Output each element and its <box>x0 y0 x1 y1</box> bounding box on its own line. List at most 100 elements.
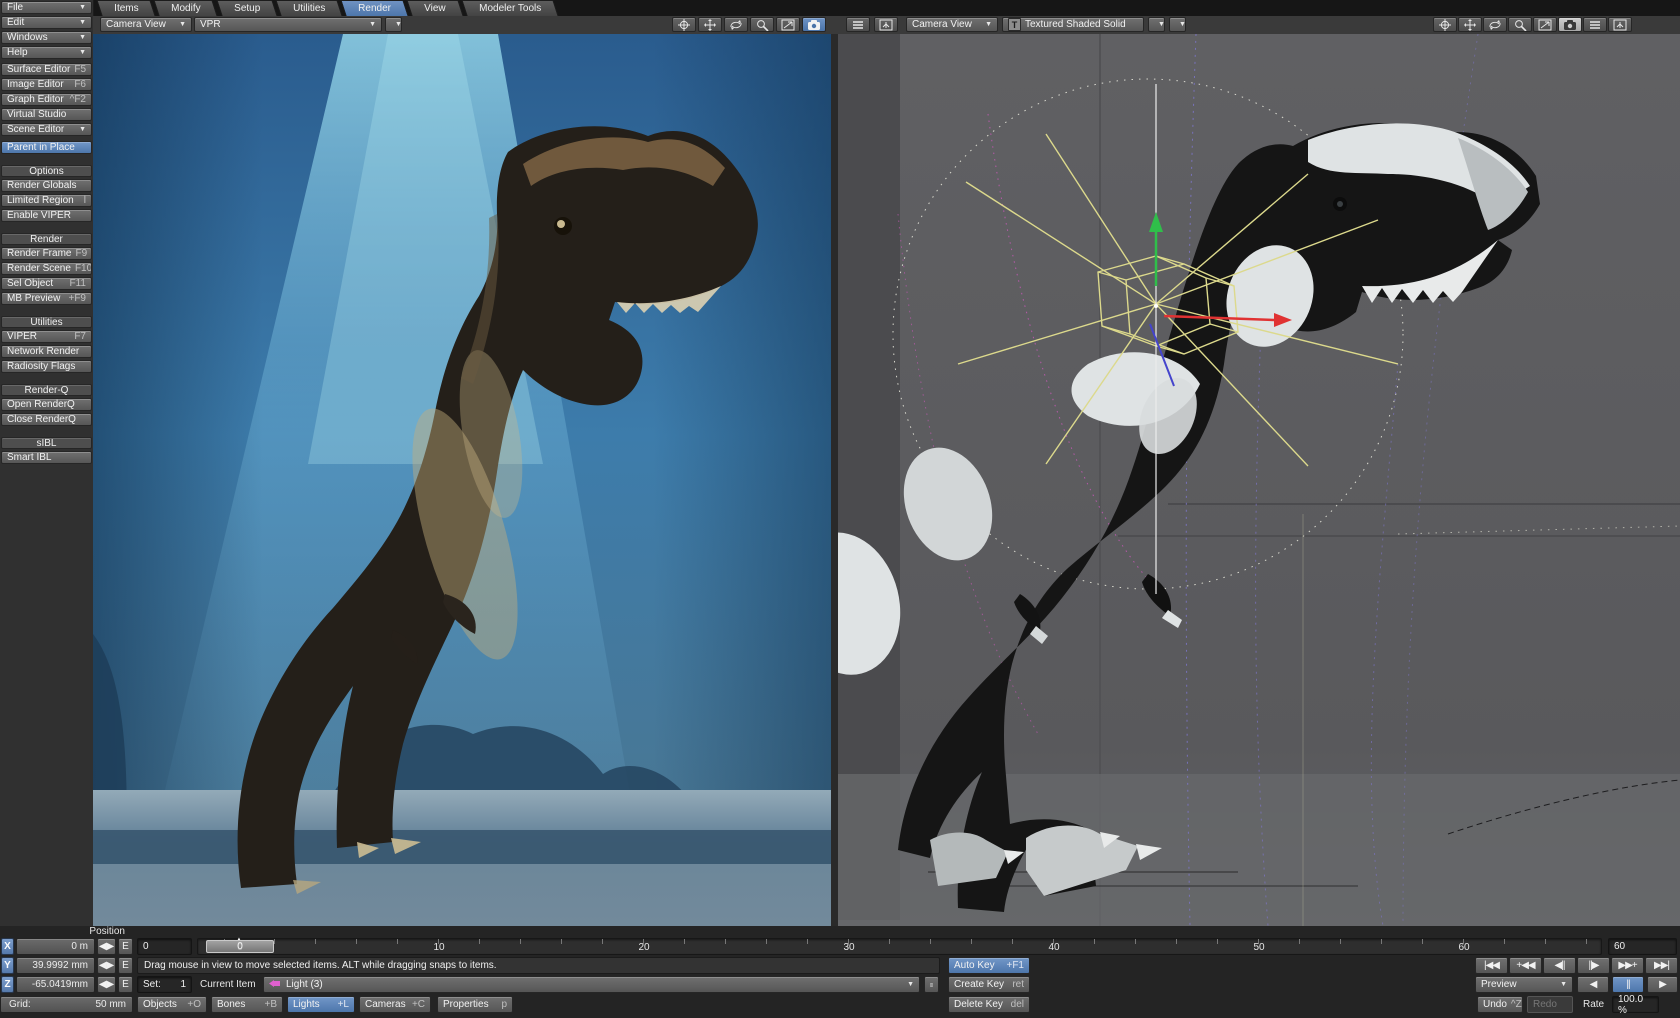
menu-file[interactable]: File▼ <box>1 1 92 14</box>
sel-object-button[interactable]: Sel ObjectF11 <box>1 277 92 290</box>
rotate-tool-icon[interactable] <box>698 17 722 32</box>
parent-in-place-button[interactable]: Parent in Place <box>1 141 92 154</box>
image-editor-button[interactable]: Image EditorF6 <box>1 78 92 91</box>
viper-button[interactable]: VIPERF7 <box>1 330 92 343</box>
network-render-button[interactable]: Network Render <box>1 345 92 358</box>
zoom-tool-icon[interactable] <box>750 17 774 32</box>
menu-edit[interactable]: Edit▼ <box>1 16 92 29</box>
timeline-slider[interactable]: 10 20 30 40 50 60 ▲ 0 <box>197 938 1602 955</box>
axis-x-button[interactable]: X <box>1 938 14 955</box>
viewport-left-vpr[interactable] <box>93 34 831 927</box>
position-y-value[interactable]: 39.9992 mm <box>16 957 95 974</box>
radiosity-flags-button[interactable]: Radiosity Flags <box>1 360 92 373</box>
y-envelope-button[interactable]: E <box>118 957 133 974</box>
right-render-mode-chevron[interactable]: ▼ <box>1148 17 1165 32</box>
pause-button[interactable]: || <box>1612 976 1644 993</box>
mb-preview-button[interactable]: MB Preview+F9 <box>1 292 92 305</box>
next-key-button[interactable]: ▶▶+ <box>1611 957 1644 974</box>
menu-windows[interactable]: Windows▼ <box>1 31 92 44</box>
timeline-handle[interactable]: 0 <box>206 940 274 953</box>
z-envelope-button[interactable]: E <box>118 976 133 993</box>
left-render-mode-dropdown[interactable]: VPR▼ <box>194 17 382 32</box>
lights-mode-button[interactable]: Lights+L <box>287 996 355 1013</box>
enable-viper-button[interactable]: Enable VIPER <box>1 209 92 222</box>
delete-key-button[interactable]: Delete Keydel <box>948 996 1030 1013</box>
step-back-button[interactable]: ◀|| <box>1543 957 1576 974</box>
redo-button[interactable]: Redo <box>1527 996 1573 1013</box>
create-key-button[interactable]: Create Keyret <box>948 976 1030 993</box>
smart-ibl-button[interactable]: Smart IBL <box>1 451 92 464</box>
graph-editor-button[interactable]: Graph Editor^F2 <box>1 93 92 106</box>
current-item-label: Current Item <box>200 976 260 993</box>
z-spinner[interactable]: ◀▶ <box>97 976 116 993</box>
orbit-tool-icon[interactable] <box>724 17 748 32</box>
cameras-mode-button[interactable]: Cameras+C <box>359 996 431 1013</box>
viewport-right-shaded[interactable] <box>838 34 1680 927</box>
render-globals-button[interactable]: Render Globals <box>1 179 92 192</box>
right-viewport-menu-dropdown[interactable]: ▼ <box>1169 17 1186 32</box>
position-x-value[interactable]: 0 m <box>16 938 95 955</box>
auto-key-button[interactable]: Auto Key+F1 <box>948 957 1030 974</box>
go-to-end-button[interactable]: ▶▶| <box>1645 957 1678 974</box>
chevron-down-icon: ▼ <box>1556 981 1567 988</box>
properties-button[interactable]: Propertiesp <box>437 996 513 1013</box>
orbit-tool-icon[interactable] <box>1483 17 1507 32</box>
right-view-type-dropdown[interactable]: Camera View▼ <box>906 17 998 32</box>
previous-key-button[interactable]: +◀◀ <box>1509 957 1542 974</box>
move-tool-icon[interactable] <box>672 17 696 32</box>
maximize-viewport-icon[interactable] <box>874 17 898 32</box>
undo-button[interactable]: Undo^Z <box>1477 996 1523 1013</box>
x-spinner[interactable]: ◀▶ <box>97 938 116 955</box>
tab-items[interactable]: Items <box>96 0 156 16</box>
bones-mode-button[interactable]: Bones+B <box>211 996 283 1013</box>
go-to-start-button[interactable]: |◀◀ <box>1475 957 1508 974</box>
tab-setup[interactable]: Setup <box>216 0 277 16</box>
objects-mode-button[interactable]: Objects+O <box>137 996 207 1013</box>
preview-dropdown[interactable]: Preview▼ <box>1475 976 1573 993</box>
tab-render[interactable]: Render <box>341 0 409 16</box>
camera-icon[interactable] <box>802 17 826 32</box>
move-tool-icon[interactable] <box>1433 17 1457 32</box>
chevron-down-icon: ▼ <box>903 981 914 988</box>
rotate-tool-icon[interactable] <box>1458 17 1482 32</box>
render-scene-button[interactable]: Render SceneF10 <box>1 262 92 275</box>
play-reverse-button[interactable]: ◀ <box>1577 976 1609 993</box>
position-z-value[interactable]: -65.0419mm <box>16 976 95 993</box>
left-viewport-menu-dropdown[interactable]: ▼ <box>385 17 402 32</box>
tab-modeler-tools[interactable]: Modeler Tools <box>461 0 558 16</box>
x-envelope-button[interactable]: E <box>118 938 133 955</box>
right-render-mode-dropdown[interactable]: TTextured Shaded Solid <box>1002 17 1144 32</box>
step-forward-button[interactable]: ||▶ <box>1577 957 1610 974</box>
current-frame-field[interactable]: 0 <box>137 938 192 955</box>
axis-z-button[interactable]: Z <box>1 976 14 993</box>
scene-editor-button[interactable]: Scene Editor▼ <box>1 123 92 136</box>
tab-utilities[interactable]: Utilities <box>275 0 342 16</box>
virtual-studio-button[interactable]: Virtual Studio <box>1 108 92 121</box>
maximize-viewport-icon[interactable] <box>1608 17 1632 32</box>
textured-mode-icon: T <box>1008 18 1021 31</box>
zoom-tool-icon[interactable] <box>1508 17 1532 32</box>
close-renderq-button[interactable]: Close RenderQ <box>1 413 92 426</box>
tab-modify[interactable]: Modify <box>154 0 219 16</box>
fit-view-icon[interactable] <box>776 17 800 32</box>
viewport-splitter[interactable] <box>831 34 838 926</box>
axis-y-button[interactable]: Y <box>1 957 14 974</box>
surface-editor-button[interactable]: Surface EditorF5 <box>1 63 92 76</box>
set-field[interactable]: Set:1 <box>137 976 192 993</box>
render-frame-button[interactable]: Render FrameF9 <box>1 247 92 260</box>
tab-view[interactable]: View <box>406 0 463 16</box>
play-forward-button[interactable]: ▶ <box>1647 976 1678 993</box>
left-view-type-dropdown[interactable]: Camera View▼ <box>100 17 192 32</box>
open-renderq-button[interactable]: Open RenderQ <box>1 398 92 411</box>
rate-field[interactable]: 100.0 % <box>1612 996 1659 1013</box>
viewport-menu-icon[interactable] <box>1583 17 1607 32</box>
item-list-button[interactable] <box>924 976 939 993</box>
viewport-menu-icon[interactable] <box>846 17 870 32</box>
fit-view-icon[interactable] <box>1533 17 1557 32</box>
current-item-dropdown[interactable]: Light (3) ▼ <box>263 976 920 993</box>
limited-region-button[interactable]: Limited Regionl <box>1 194 92 207</box>
end-frame-field[interactable]: 60 <box>1608 938 1677 955</box>
y-spinner[interactable]: ◀▶ <box>97 957 116 974</box>
camera-icon[interactable] <box>1558 17 1582 32</box>
menu-help[interactable]: Help▼ <box>1 46 92 59</box>
